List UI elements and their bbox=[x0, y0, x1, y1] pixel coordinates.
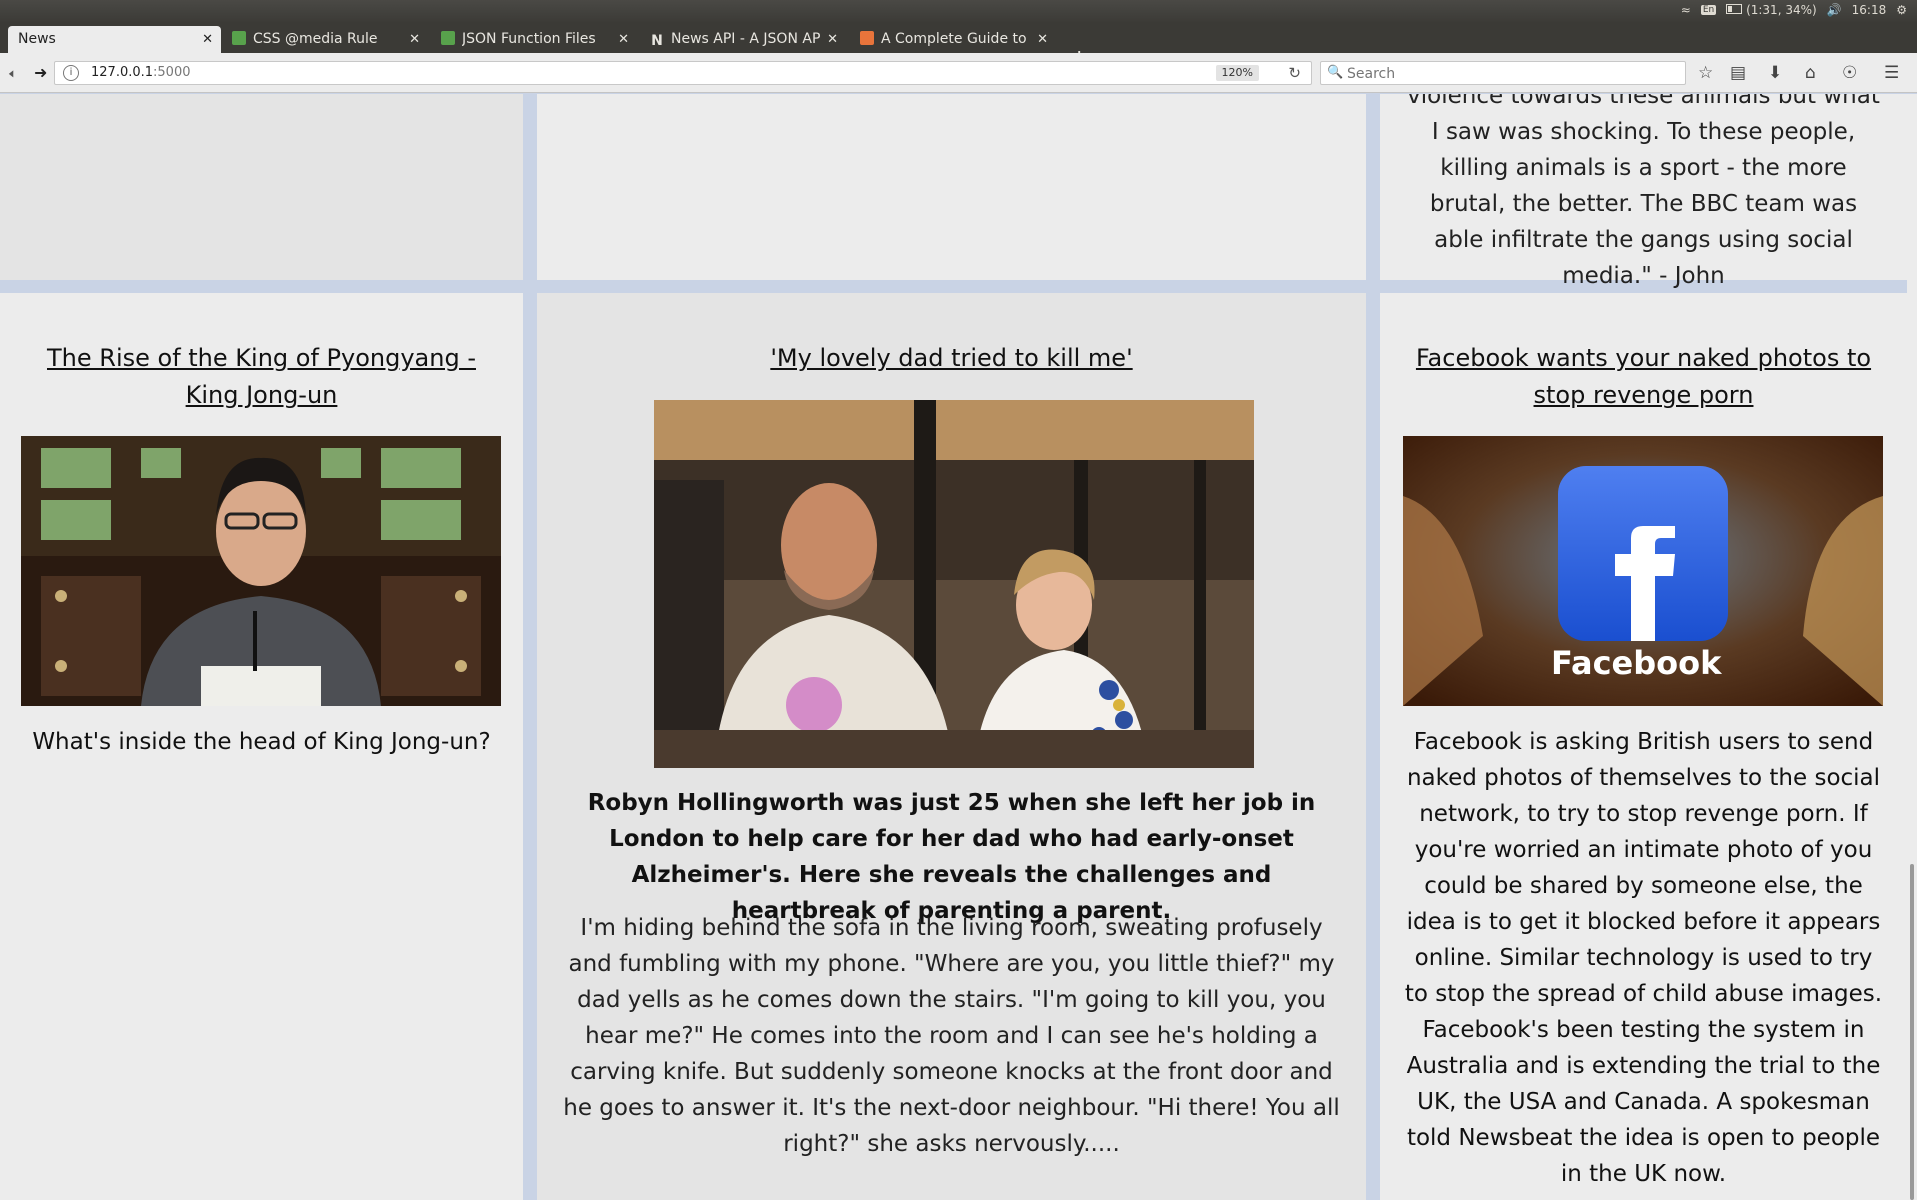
reading-list-icon[interactable]: ▤ bbox=[1730, 63, 1746, 83]
forward-arrow-icon[interactable]: ➜ bbox=[34, 63, 47, 82]
battery-text: (1:31, 34%) bbox=[1746, 3, 1817, 17]
search-icon: 🔍 bbox=[1327, 65, 1344, 80]
tab-css-media-rule[interactable]: CSS @media Rule ✕ bbox=[222, 26, 428, 53]
site-info-icon[interactable]: i bbox=[63, 65, 79, 81]
tab-title: News bbox=[18, 31, 56, 47]
w3schools-icon bbox=[232, 31, 246, 45]
tab-news-api[interactable]: N News API - A JSON API ✕ bbox=[640, 26, 846, 53]
battery-status[interactable]: (1:31, 34%) bbox=[1726, 3, 1817, 17]
tab-news[interactable]: News ✕ bbox=[8, 26, 221, 53]
tab-json-function-files[interactable]: JSON Function Files ✕ bbox=[431, 26, 637, 53]
battery-icon bbox=[1726, 4, 1743, 14]
browser-tab-bar: News ✕ CSS @media Rule ✕ JSON Function F… bbox=[0, 22, 1917, 71]
article-summary: Robyn Hollingworth was just 25 when she … bbox=[587, 790, 1316, 924]
photo-kim-jong-un-svg bbox=[21, 436, 501, 706]
url-host: 127.0.0.1 bbox=[91, 65, 154, 80]
system-tray: ≈ En (1:31, 34%) 🔊 16:18 ⚙ bbox=[1681, 3, 1907, 17]
close-tab-icon[interactable]: ✕ bbox=[1037, 26, 1048, 53]
download-icon[interactable]: ⬇ bbox=[1768, 63, 1782, 83]
url-text[interactable]: 127.0.0.1:5000 bbox=[91, 62, 191, 84]
zoom-level-badge[interactable]: 120% bbox=[1215, 65, 1259, 81]
volume-icon[interactable]: 🔊 bbox=[1827, 3, 1842, 17]
news-card-top-middle bbox=[537, 94, 1366, 280]
w3schools-icon bbox=[441, 31, 455, 45]
menu-hamburger-icon[interactable]: ☰ bbox=[1884, 63, 1899, 83]
facebook-logo-photo[interactable]: Facebook bbox=[1403, 436, 1883, 706]
article-summary: Facebook is asking British users to send… bbox=[1404, 729, 1883, 1187]
article-summary: What's inside the head of King Jong-un? bbox=[32, 729, 491, 755]
close-tab-icon[interactable]: ✕ bbox=[827, 26, 838, 53]
article-title-link[interactable]: Facebook wants your naked photos to stop… bbox=[1380, 340, 1907, 414]
wifi-icon[interactable]: ≈ bbox=[1681, 3, 1691, 17]
url-port: :5000 bbox=[153, 65, 191, 80]
tab-title: A Complete Guide to G bbox=[881, 31, 1031, 47]
search-input[interactable] bbox=[1345, 63, 1679, 85]
page-viewport: violence towards these animals but what … bbox=[0, 94, 1907, 1200]
news-card-lovely-dad: 'My lovely dad tried to kill me' Robyn H… bbox=[537, 293, 1366, 1200]
tab-title: CSS @media Rule bbox=[253, 31, 378, 47]
photo-dad-daughter-svg bbox=[654, 400, 1254, 768]
css-tricks-icon bbox=[860, 31, 874, 45]
scrollbar-thumb[interactable] bbox=[1910, 864, 1914, 1200]
browser-nav-bar: 🢐 ➜ i 127.0.0.1:5000 120% ↻ 🔍 ☆ ▤ ⬇ ⌂ ☉ … bbox=[0, 53, 1917, 93]
facebook-logo-text: Facebook bbox=[1551, 644, 1722, 682]
man-at-desk-photo[interactable] bbox=[21, 436, 501, 706]
news-card-kim-jong-un: The Rise of the King of Pyongyang - King… bbox=[0, 293, 523, 1200]
url-bar[interactable]: i 127.0.0.1:5000 120% ↻ bbox=[54, 61, 1312, 85]
newsapi-icon: N bbox=[651, 33, 663, 49]
tab-title: JSON Function Files bbox=[462, 31, 596, 47]
photo-facebook-svg: Facebook bbox=[1403, 436, 1883, 706]
bookmark-star-icon[interactable]: ☆ bbox=[1698, 63, 1713, 83]
power-gear-icon[interactable]: ⚙ bbox=[1896, 3, 1907, 17]
back-arrow-icon[interactable]: 🢐 bbox=[8, 63, 14, 90]
article-title-link[interactable]: The Rise of the King of Pyongyang - King… bbox=[0, 340, 523, 414]
home-icon[interactable]: ⌂ bbox=[1805, 63, 1816, 83]
page-scrollbar[interactable] bbox=[1907, 94, 1917, 1200]
news-card-top-right: violence towards these animals but what … bbox=[1380, 94, 1907, 289]
tab-complete-guide[interactable]: A Complete Guide to G ✕ bbox=[850, 26, 1056, 53]
keyboard-layout-indicator[interactable]: En bbox=[1700, 5, 1717, 15]
article-body-snippet: violence towards these animals but what … bbox=[1407, 94, 1880, 289]
pocket-icon[interactable]: ☉ bbox=[1842, 63, 1857, 83]
reload-icon[interactable]: ↻ bbox=[1288, 62, 1301, 84]
close-tab-icon[interactable]: ✕ bbox=[202, 26, 213, 53]
close-tab-icon[interactable]: ✕ bbox=[618, 26, 629, 53]
news-card-facebook: Facebook wants your naked photos to stop… bbox=[1380, 293, 1907, 1200]
article-title-link[interactable]: 'My lovely dad tried to kill me' bbox=[537, 340, 1366, 377]
search-bar[interactable]: 🔍 bbox=[1320, 61, 1686, 85]
news-card-top-left bbox=[0, 94, 523, 280]
clock[interactable]: 16:18 bbox=[1852, 3, 1887, 17]
system-top-panel: ≈ En (1:31, 34%) 🔊 16:18 ⚙ bbox=[0, 0, 1917, 22]
father-and-daughter-photo[interactable] bbox=[654, 400, 1254, 768]
article-body: I'm hiding behind the sofa in the living… bbox=[563, 915, 1340, 1157]
close-tab-icon[interactable]: ✕ bbox=[409, 26, 420, 53]
tab-title: News API - A JSON API bbox=[671, 31, 821, 47]
